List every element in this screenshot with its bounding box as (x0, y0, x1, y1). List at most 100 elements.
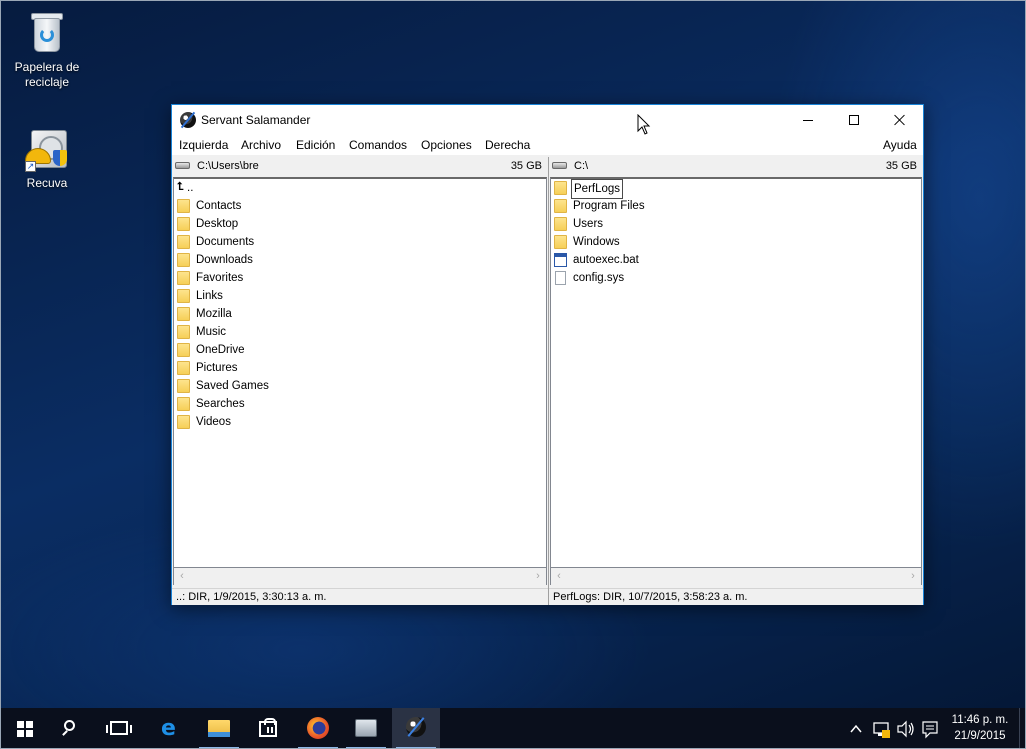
folder-icon (177, 217, 190, 231)
system-monitor-icon (355, 719, 377, 737)
list-item[interactable]: config.sys (553, 269, 893, 287)
desktop-icon-label: Papelera de (14, 60, 80, 74)
task-view-icon (106, 721, 132, 735)
file-name: Pictures (196, 362, 238, 374)
menu-derecha[interactable]: Derecha (485, 138, 530, 152)
right-free-space: 35 GB (885, 160, 917, 172)
taskbar-clock[interactable]: 11:46 p. m. 21/9/2015 (946, 712, 1014, 744)
volume-icon[interactable] (896, 708, 916, 749)
list-item[interactable]: Music (176, 323, 516, 341)
drive-icon[interactable] (175, 162, 190, 169)
edge-icon: e (161, 716, 176, 741)
folder-icon (177, 343, 190, 357)
folder-icon (177, 253, 190, 267)
list-item[interactable]: OneDrive (176, 341, 516, 359)
salamander-taskbar-button[interactable] (392, 708, 440, 749)
left-panel: C:\Users\bre 35 GB ⮤ .. Contacts Desktop D… (172, 157, 548, 605)
list-item[interactable]: Favorites (176, 269, 516, 287)
scroll-right-icon[interactable]: › (905, 569, 921, 584)
file-name: Windows (573, 236, 620, 248)
list-item[interactable]: Searches (176, 395, 516, 413)
firefox-button[interactable] (294, 708, 342, 749)
task-view-button[interactable] (96, 708, 144, 749)
left-horizontal-scrollbar[interactable]: ‹ › (173, 568, 547, 585)
maximize-icon (849, 115, 859, 125)
desktop-icon-recuva[interactable]: ↗ Recuva (10, 126, 84, 191)
action-center-icon[interactable] (921, 708, 939, 749)
list-item[interactable]: Users (553, 215, 893, 233)
file-name: Documents (196, 236, 255, 248)
desktop-icon-recycle-bin[interactable]: Papelera de reciclaje (10, 10, 84, 90)
right-path: C:\ (574, 160, 589, 172)
list-item[interactable]: Documents (176, 233, 516, 251)
list-item[interactable]: Videos (176, 413, 516, 431)
left-file-list[interactable]: ⮤ .. Contacts Desktop Documents Downloads Fa… (173, 177, 547, 568)
left-free-space: 35 GB (510, 160, 542, 172)
scroll-left-icon[interactable]: ‹ (174, 569, 190, 584)
folder-icon (177, 307, 190, 321)
list-item[interactable]: Links (176, 287, 516, 305)
right-file-list[interactable]: PerfLogs Program Files Users Windows autoexe… (550, 177, 922, 568)
list-item[interactable]: autoexec.bat (553, 251, 893, 269)
edge-button[interactable]: e (147, 708, 195, 749)
store-button[interactable] (244, 708, 292, 749)
taskbar: e 11:46 p. m. 21/9/2015 (0, 708, 1026, 749)
desktop-icon-label: Recuva (26, 176, 68, 190)
title-bar[interactable]: Servant Salamander (172, 105, 923, 135)
salamander-window: Servant Salamander Izquierda Archivo Edi… (171, 104, 924, 605)
folder-icon (177, 379, 190, 393)
right-horizontal-scrollbar[interactable]: ‹ › (550, 568, 922, 585)
file-name: Users (573, 218, 604, 230)
minimize-button[interactable] (785, 105, 831, 135)
right-path-bar[interactable]: C:\ 35 GB (549, 157, 923, 175)
file-name: Desktop (196, 218, 239, 230)
network-icon[interactable] (872, 708, 892, 749)
salamander-app-icon[interactable] (180, 112, 196, 128)
close-icon (894, 114, 906, 126)
list-item[interactable]: Downloads (176, 251, 516, 269)
list-item[interactable]: Windows (553, 233, 893, 251)
window-title: Servant Salamander (201, 113, 311, 127)
file-explorer-button[interactable] (195, 708, 243, 749)
file-name: Videos (196, 416, 231, 428)
menu-ayuda[interactable]: Ayuda (883, 138, 917, 152)
recycle-bin-icon (25, 10, 69, 56)
clock-date: 21/9/2015 (954, 730, 1006, 742)
start-button[interactable] (0, 708, 48, 749)
left-path-bar[interactable]: C:\Users\bre 35 GB (172, 157, 548, 175)
list-item[interactable]: Saved Games (176, 377, 516, 395)
menu-edicion[interactable]: Edición (296, 138, 335, 152)
file-name: PerfLogs (571, 179, 624, 199)
list-item[interactable]: PerfLogs (553, 179, 893, 199)
show-hidden-icons-button[interactable] (849, 708, 863, 749)
folder-icon (554, 235, 567, 249)
list-item-up[interactable]: ⮤ .. (176, 179, 516, 197)
search-button[interactable] (48, 708, 96, 749)
list-item[interactable]: Desktop (176, 215, 516, 233)
file-name: Saved Games (196, 380, 269, 392)
list-item[interactable]: Program Files (553, 197, 893, 215)
folder-icon (177, 235, 190, 249)
menu-opciones[interactable]: Opciones (421, 138, 472, 152)
close-button[interactable] (877, 105, 923, 135)
scroll-right-icon[interactable]: › (530, 569, 546, 584)
file-name: Favorites (196, 272, 244, 284)
batch-file-icon (554, 253, 567, 267)
file-explorer-icon (208, 720, 230, 737)
menu-archivo[interactable]: Archivo (241, 138, 281, 152)
show-desktop-button[interactable] (1019, 708, 1025, 749)
maximize-button[interactable] (831, 105, 877, 135)
list-item[interactable]: Mozilla (176, 305, 516, 323)
menu-izquierda[interactable]: Izquierda (179, 138, 228, 152)
recuva-icon: ↗ (25, 126, 69, 172)
clock-time: 11:46 p. m. (951, 714, 1009, 726)
menu-comandos[interactable]: Comandos (349, 138, 407, 152)
drive-icon[interactable] (552, 162, 567, 169)
system-monitor-button[interactable] (342, 708, 390, 749)
left-path: C:\Users\bre (197, 160, 259, 172)
firefox-icon (307, 717, 329, 739)
list-item[interactable]: Contacts (176, 197, 516, 215)
file-name: Searches (196, 398, 245, 410)
list-item[interactable]: Pictures (176, 359, 516, 377)
scroll-left-icon[interactable]: ‹ (551, 569, 567, 584)
